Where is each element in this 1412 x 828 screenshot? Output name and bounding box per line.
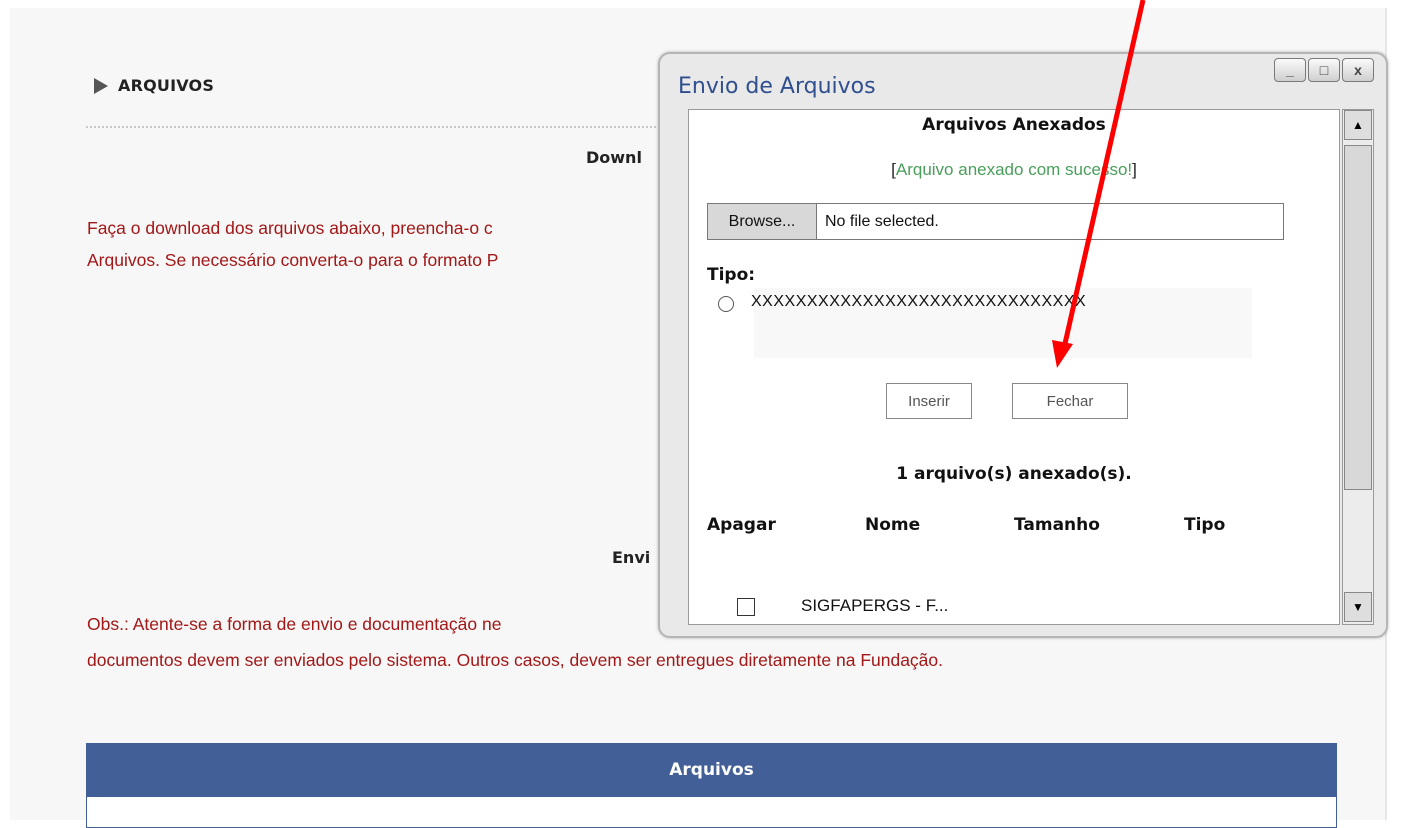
status-message: [Arquivo anexado com sucesso!] <box>689 160 1339 180</box>
delete-checkbox[interactable] <box>737 598 755 616</box>
obs-text-line1: Obs.: Atente-se a forma de envio e docum… <box>87 614 502 634</box>
file-input[interactable]: Browse... No file selected. <box>707 203 1284 240</box>
message-bracket-close: ] <box>1132 160 1137 179</box>
maximize-button[interactable]: □ <box>1308 58 1340 82</box>
scroll-up-icon[interactable]: ▲ <box>1344 110 1372 140</box>
obs-text-line2: documentos devem ser enviados pelo siste… <box>87 650 944 670</box>
file-status: No file selected. <box>817 203 1284 240</box>
section-header: ARQUIVOS <box>94 76 214 95</box>
attached-files-title: Arquivos Anexados <box>922 115 1106 135</box>
column-header-nome: Nome <box>865 515 921 535</box>
column-header-apagar: Apagar <box>707 515 776 535</box>
download-heading: Downl <box>586 148 642 167</box>
files-table-body <box>86 797 1337 828</box>
window-controls: _ □ x <box>1274 58 1374 82</box>
envio-heading: Envi <box>612 548 651 567</box>
fechar-button[interactable]: Fechar <box>1012 383 1128 419</box>
scrollbar-thumb[interactable] <box>1344 145 1372 490</box>
success-message: Arquivo anexado com sucesso! <box>895 160 1133 179</box>
column-header-tipo: Tipo <box>1184 515 1226 535</box>
dialog-scrollbar[interactable]: ▲ ▼ <box>1342 109 1374 625</box>
insert-button[interactable]: Inserir <box>886 383 972 419</box>
tipo-radio[interactable] <box>718 296 734 312</box>
minimize-button[interactable]: _ <box>1274 58 1306 82</box>
column-header-tamanho: Tamanho <box>1014 515 1100 535</box>
attached-count: 1 arquivo(s) anexado(s). <box>896 464 1132 484</box>
arrow-right-icon <box>94 77 108 94</box>
browse-button[interactable]: Browse... <box>707 203 817 240</box>
section-title: ARQUIVOS <box>118 76 215 95</box>
download-instructions-line1: Faça o download dos arquivos abaixo, pre… <box>87 218 493 238</box>
close-button[interactable]: x <box>1342 58 1374 82</box>
files-table-header: Arquivos <box>86 743 1337 797</box>
tipo-label: Tipo: <box>707 265 756 285</box>
file-name: SIGFAPERGS - F... <box>801 596 949 615</box>
scroll-down-icon[interactable]: ▼ <box>1344 592 1372 622</box>
download-instructions-line2: Arquivos. Se necessário converta-o para … <box>87 250 499 270</box>
dialog-content: Arquivos Anexados [Arquivo anexado com s… <box>688 109 1340 625</box>
dialog-title: Envio de Arquivos <box>678 74 876 99</box>
upload-dialog: Envio de Arquivos _ □ x Arquivos Anexado… <box>658 52 1388 638</box>
tipo-option-label: XXXXXXXXXXXXXXXXXXXXXXXXXXXXXX <box>751 293 1087 310</box>
